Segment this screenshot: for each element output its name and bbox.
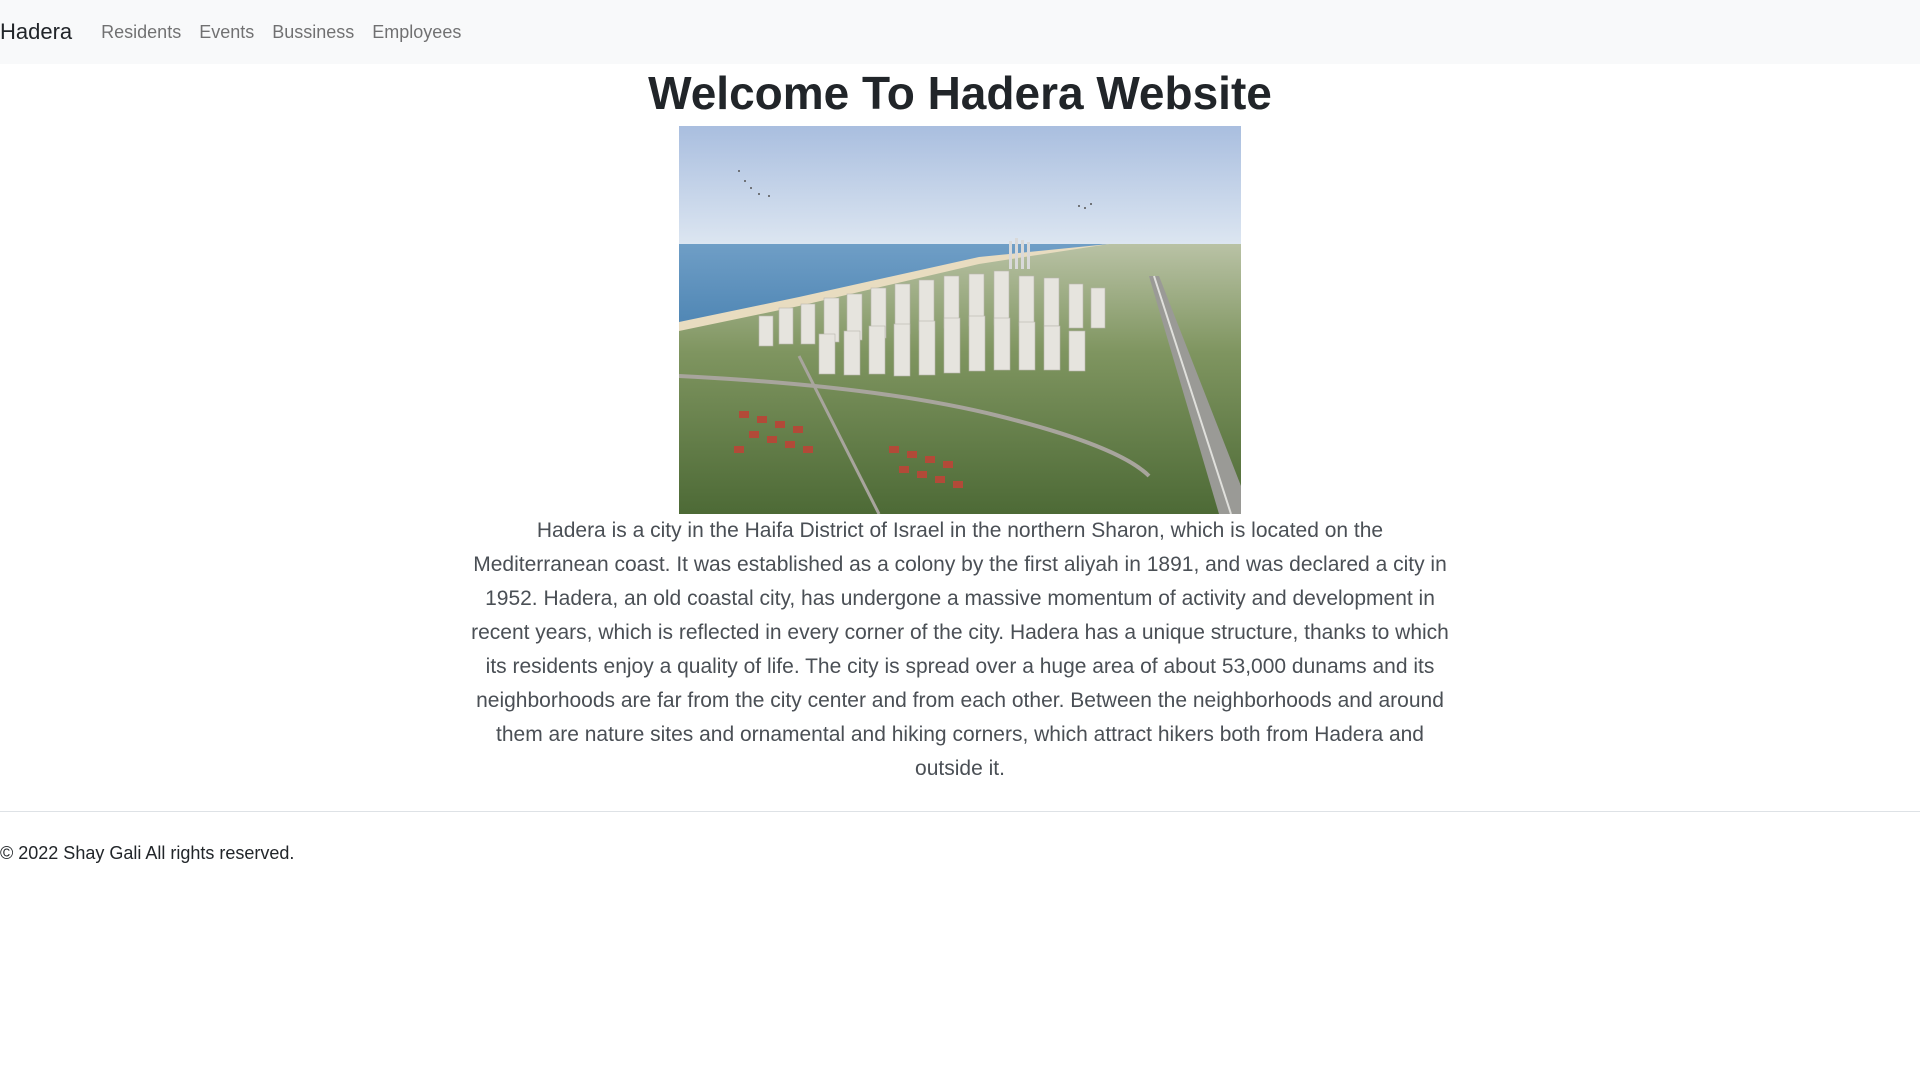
navbar-brand[interactable]: Hadera [0, 19, 72, 45]
nav-link-events[interactable]: Events [199, 22, 254, 43]
nav-link-residents[interactable]: Residents [101, 22, 181, 43]
city-description: Hadera is a city in the Haifa District o… [471, 519, 1449, 780]
footer-copyright: © 2022 Shay Gali All rights reserved. [0, 843, 295, 863]
city-aerial-image [679, 126, 1241, 514]
footer-divider [0, 811, 1920, 812]
nav-link-bussiness[interactable]: Bussiness [272, 22, 354, 43]
page-title: Welcome To Hadera Website [648, 67, 1272, 119]
nav-link-employees[interactable]: Employees [372, 22, 461, 43]
navbar: Hadera Residents Events Bussiness Employ… [0, 0, 1920, 64]
